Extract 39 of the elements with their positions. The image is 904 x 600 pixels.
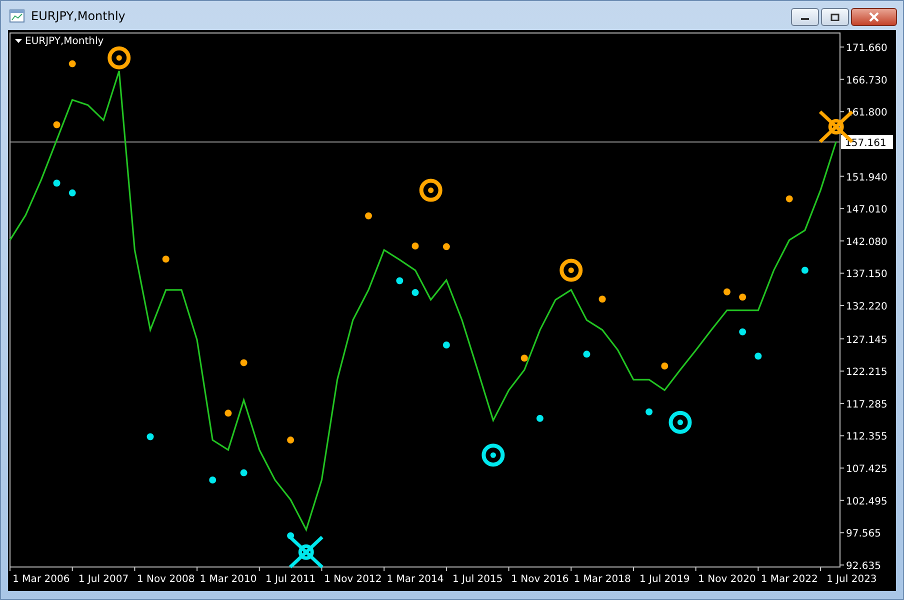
axis-label: 112.355: [846, 432, 888, 443]
axis-label: 1 Jul 2011: [265, 574, 316, 585]
axis-label: 107.425: [846, 464, 888, 476]
axis-label: 1 Jul 2023: [826, 574, 877, 585]
maximize-icon: [830, 13, 840, 21]
axis-label: 1 Nov 2020: [698, 574, 756, 585]
axis-label: 1 Mar 2018: [574, 574, 631, 585]
window-icon: [9, 8, 25, 22]
axis-label: 166.730: [846, 75, 888, 86]
close-icon: [868, 12, 880, 22]
axis-label: 171.660: [846, 43, 888, 54]
axis-label: 1 Mar 2006: [12, 574, 70, 585]
axis-label: 127.145: [846, 334, 888, 346]
ref-line-label: 157.161: [845, 138, 886, 150]
window-title: EURJPY,Monthly: [31, 8, 126, 22]
axis-label: 1 Mar 2022: [760, 574, 818, 585]
minimize-button[interactable]: [791, 8, 819, 26]
axis-label: 1 Mar 2010: [200, 574, 257, 585]
axis-label: 102.495: [846, 496, 888, 508]
close-button[interactable]: [851, 8, 897, 26]
maximize-button[interactable]: [821, 8, 849, 26]
axis-label: 1 Jul 2019: [640, 574, 690, 585]
axis-label: 1 Nov 2016: [511, 574, 569, 585]
axis-label: 122.215: [846, 367, 888, 378]
symbol-label[interactable]: EURJPY,Monthly: [15, 36, 104, 47]
axis-label: 97.565: [846, 528, 881, 540]
axis-label: 117.285: [846, 399, 888, 410]
axis-label: 1 Mar 2014: [386, 574, 444, 585]
axis-label: 142.080: [846, 236, 888, 248]
axis-label: 1 Jul 2007: [78, 574, 129, 585]
price-tag: 157.161: [841, 135, 893, 150]
axis-label: 92.635: [846, 561, 881, 572]
axis-label: 151.940: [846, 172, 888, 184]
axis-label: 137.150: [846, 269, 888, 280]
axis-label: 1 Nov 2012: [324, 574, 382, 585]
axis-label: 147.010: [846, 204, 888, 216]
axis-label: 1 Nov 2008: [137, 574, 195, 585]
axis-label: 132.220: [846, 302, 888, 313]
axis-label: 1 Jul 2015: [452, 574, 503, 585]
